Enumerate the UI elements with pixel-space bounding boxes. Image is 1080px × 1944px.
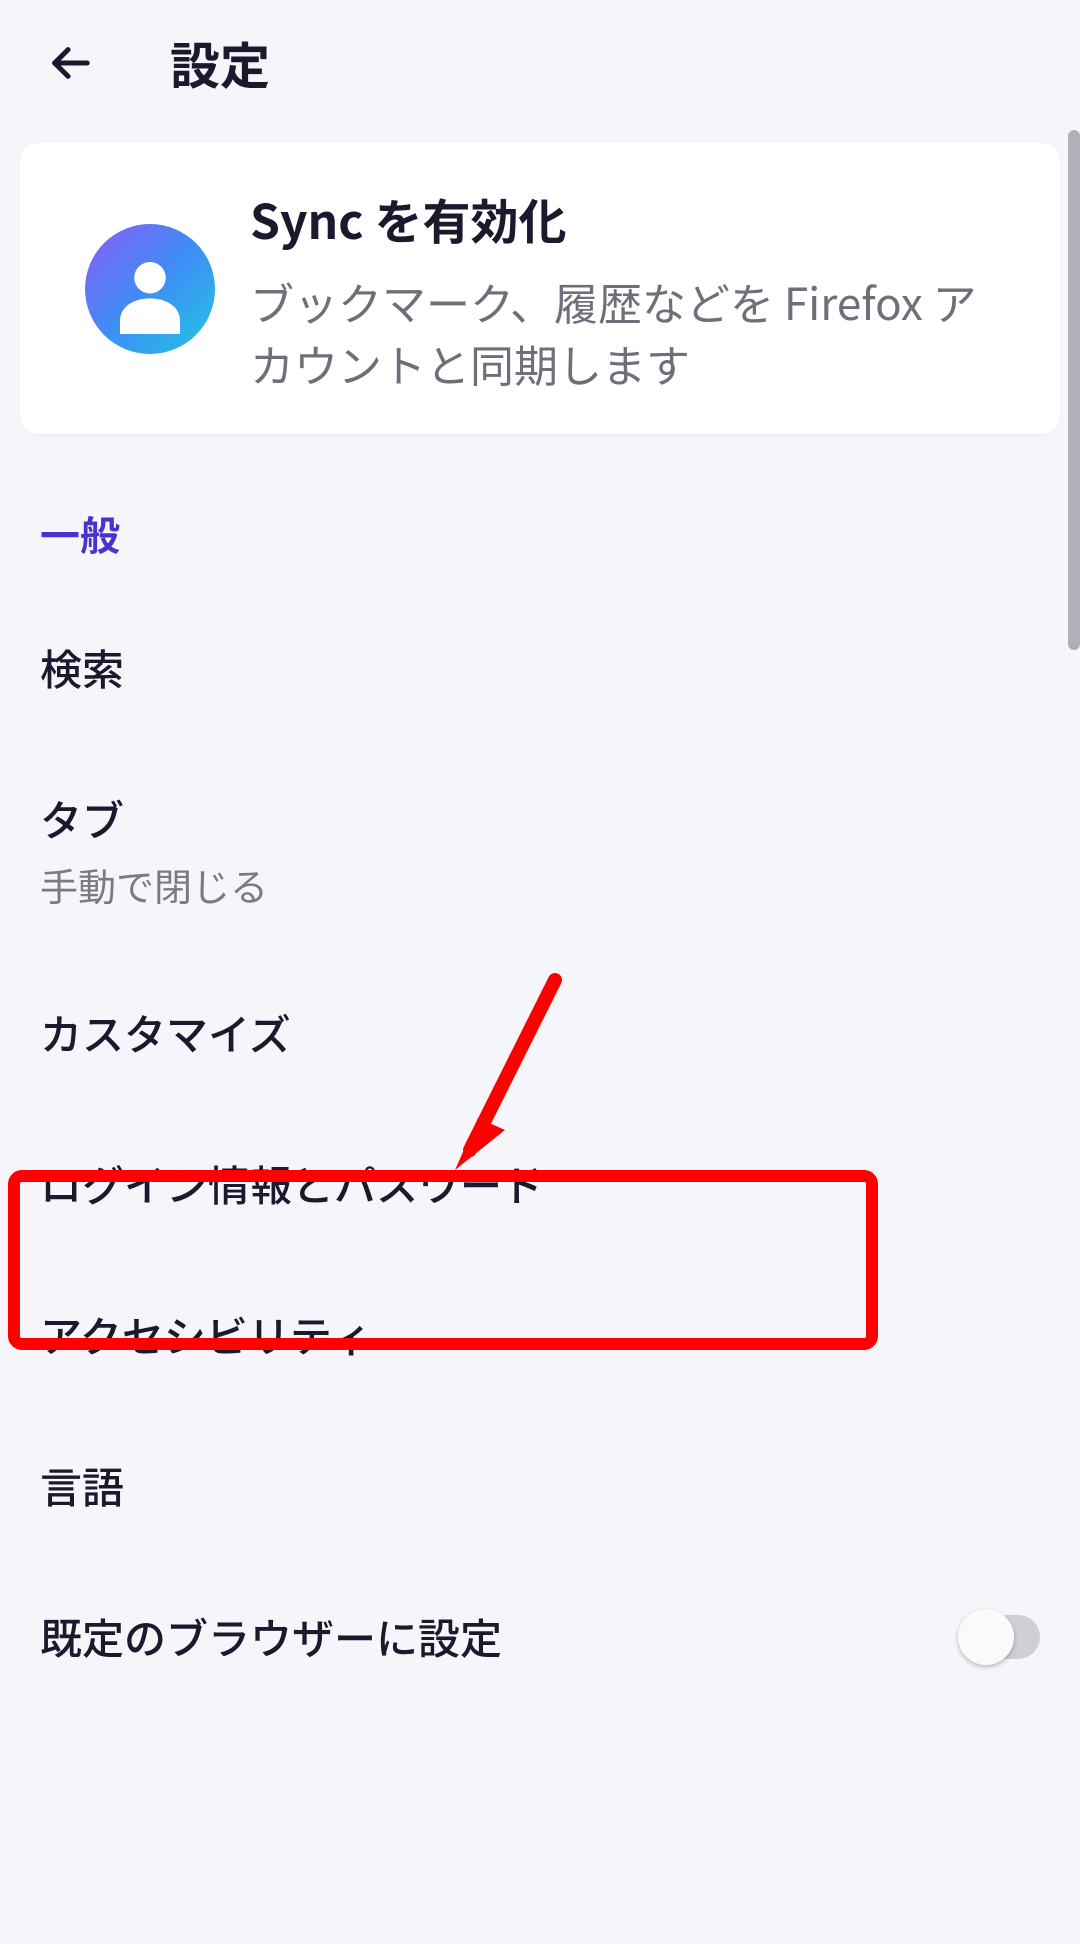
list-item-logins[interactable]: ログイン情報とパスワード [20, 1108, 1060, 1259]
sync-text: Sync を有効化 ブックマーク、履歴などを Firefox アカウントと同期し… [250, 183, 1020, 394]
toggle-knob [958, 1609, 1014, 1665]
item-title: タブ [40, 788, 1040, 849]
item-title: カスタマイズ [40, 1002, 1040, 1063]
item-title: 言語 [40, 1455, 1040, 1516]
item-title: アクセシビリティ [40, 1304, 1040, 1365]
item-title: ログイン情報とパスワード [40, 1153, 1040, 1214]
avatar-icon [85, 224, 215, 354]
content: Sync を有効化 ブックマーク、履歴などを Firefox アカウントと同期し… [0, 125, 1080, 1667]
list-item-customize[interactable]: カスタマイズ [20, 957, 1060, 1108]
item-subtitle: 手動で閉じる [40, 857, 1040, 912]
sync-title: Sync を有効化 [250, 183, 1020, 253]
list-item-tabs[interactable]: タブ 手動で閉じる [20, 743, 1060, 957]
sync-description: ブックマーク、履歴などを Firefox アカウントと同期します [250, 271, 1020, 394]
settings-list: 検索 タブ 手動で閉じる カスタマイズ ログイン情報とパスワード アクセシビリテ… [20, 592, 1060, 1667]
scrollbar[interactable] [1068, 130, 1080, 650]
avatar-wrap [50, 224, 250, 354]
section-heading-general: 一般 [20, 434, 1060, 592]
page-title: 設定 [170, 27, 270, 99]
list-item-default-browser[interactable]: 既定のブラウザーに設定 [20, 1561, 1060, 1667]
arrow-left-icon [47, 40, 93, 86]
default-browser-toggle[interactable] [960, 1615, 1040, 1659]
list-item-language[interactable]: 言語 [20, 1410, 1060, 1561]
list-item-accessibility[interactable]: アクセシビリティ [20, 1259, 1060, 1410]
sync-card[interactable]: Sync を有効化 ブックマーク、履歴などを Firefox アカウントと同期し… [20, 143, 1060, 434]
item-title: 検索 [40, 637, 1040, 698]
back-button[interactable] [30, 23, 110, 103]
list-item-search[interactable]: 検索 [20, 592, 1060, 743]
header: 設定 [0, 0, 1080, 125]
item-title: 既定のブラウザーに設定 [40, 1606, 502, 1667]
